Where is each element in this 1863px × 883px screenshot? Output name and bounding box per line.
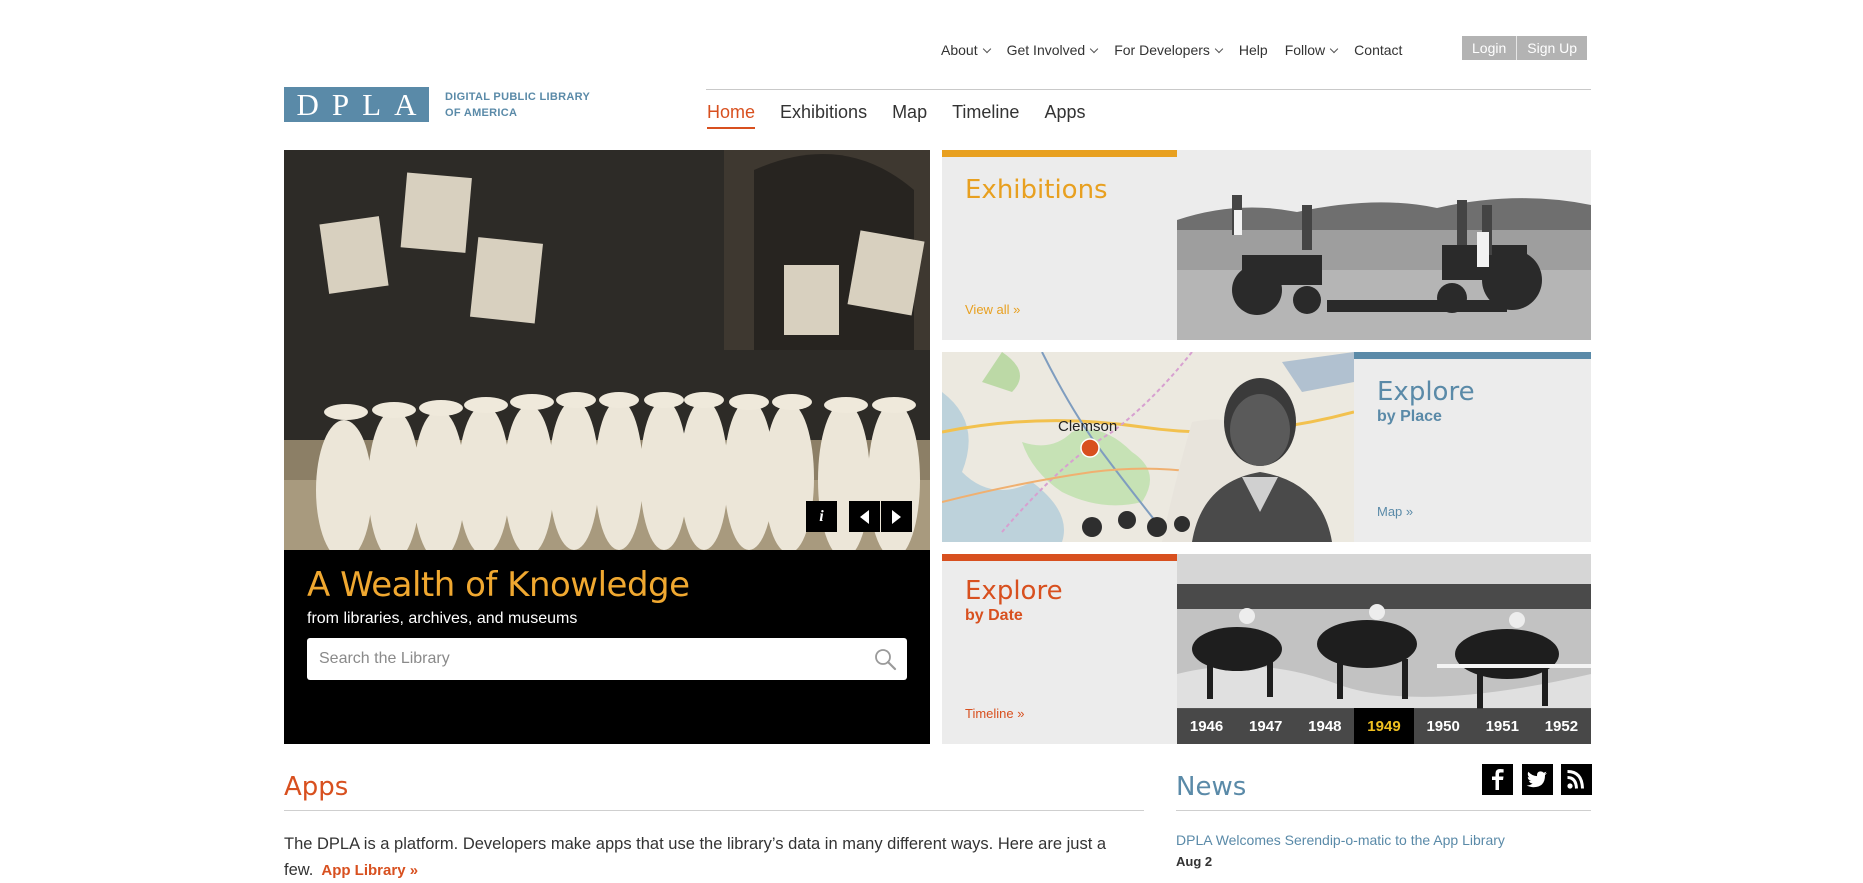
carousel-prev-button[interactable]: [849, 501, 880, 532]
exhibitions-tile[interactable]: Exhibitions View all »: [942, 150, 1591, 340]
map-illustration: [942, 352, 1354, 542]
chevron-down-icon: [1214, 44, 1224, 53]
exhibitions-photo: [1177, 150, 1591, 340]
arrow-left-icon: [860, 509, 869, 524]
tile-accent-bar: [942, 554, 1177, 561]
map-thumbnail: Clemson: [942, 352, 1354, 542]
rss-icon[interactable]: [1561, 764, 1592, 795]
signup-button[interactable]: Sign Up: [1516, 36, 1588, 60]
place-label: Explore by Place: [1377, 377, 1475, 426]
twitter-icon[interactable]: [1522, 764, 1553, 795]
map-pin-icon: [1080, 438, 1100, 458]
year-1949[interactable]: 1949: [1354, 708, 1414, 744]
year-1948[interactable]: 1948: [1295, 708, 1354, 744]
tile-accent-bar: [942, 150, 1177, 157]
nav-for-developers-label: For Developers: [1114, 42, 1210, 58]
nav-follow[interactable]: Follow: [1284, 42, 1339, 58]
timeline-link[interactable]: Timeline »: [965, 706, 1024, 721]
auth-buttons: Login Sign Up: [1462, 36, 1588, 60]
nav-for-developers[interactable]: For Developers: [1114, 42, 1224, 58]
suffragists-photo-illustration: [284, 150, 930, 550]
tab-apps[interactable]: Apps: [1044, 102, 1085, 129]
tab-timeline[interactable]: Timeline: [952, 102, 1019, 129]
exhibitions-title: Exhibitions: [965, 175, 1108, 205]
photo-info-button[interactable]: i: [806, 501, 837, 532]
map-link[interactable]: Map »: [1377, 504, 1413, 519]
logo-line-1: DIGITAL PUBLIC LIBRARY: [445, 90, 591, 103]
app-library-link[interactable]: App Library »: [321, 862, 418, 879]
nav-get-involved[interactable]: Get Involved: [1006, 42, 1099, 58]
dpla-logo[interactable]: D P L A DIGITAL PUBLIC LIBRARY OF AMERIC…: [284, 87, 590, 122]
hero-photo: [284, 150, 930, 550]
nav-follow-label: Follow: [1284, 42, 1326, 58]
explore-place-tile[interactable]: Clemson Explore by Place Map »: [942, 352, 1591, 542]
nav-about-label: About: [941, 42, 978, 58]
header-divider: [706, 89, 1591, 90]
logo-mark: D P L A: [284, 87, 429, 122]
chevron-down-icon: [982, 44, 991, 53]
map-place-label: Clemson: [1058, 418, 1118, 435]
place-title: Explore: [1377, 377, 1475, 407]
date-title: Explore: [965, 576, 1063, 606]
login-button[interactable]: Login: [1462, 36, 1517, 60]
search-box: [307, 638, 907, 680]
date-label: Explore by Date: [965, 576, 1063, 625]
nav-get-involved-label: Get Involved: [1006, 42, 1086, 58]
exhibitions-view-all-link[interactable]: View all »: [965, 302, 1020, 317]
search-icon[interactable]: [873, 647, 897, 671]
apps-divider: [284, 810, 1144, 811]
tab-home[interactable]: Home: [707, 102, 756, 129]
news-divider: [1176, 810, 1591, 811]
apps-description: The DPLA is a platform. Developers make …: [284, 831, 1144, 883]
year-1947[interactable]: 1947: [1236, 708, 1295, 744]
logo-letter: P: [331, 87, 350, 122]
year-1950[interactable]: 1950: [1414, 708, 1473, 744]
carousel-next-button[interactable]: [881, 501, 912, 532]
nav-help[interactable]: Help: [1239, 42, 1268, 58]
tractor-photo-illustration: [1177, 150, 1591, 340]
logo-letter: D: [296, 87, 319, 122]
place-subtitle: by Place: [1377, 408, 1442, 425]
hero-title: A Wealth of Knowledge: [307, 565, 690, 605]
year-selector: 1946 1947 1948 1949 1950 1951 1952: [1177, 708, 1591, 744]
nav-about[interactable]: About: [941, 42, 991, 58]
logo-line-2: OF AMERICA: [445, 106, 518, 119]
logo-letter: L: [362, 87, 382, 122]
year-1951[interactable]: 1951: [1473, 708, 1532, 744]
news-heading: News: [1176, 772, 1247, 802]
date-subtitle: by Date: [965, 607, 1023, 624]
logo-wordmark: DIGITAL PUBLIC LIBRARY OF AMERICA: [445, 89, 590, 121]
explore-date-tile[interactable]: Explore by Date Timeline » 1946 1947 194…: [942, 554, 1591, 744]
nav-help-label: Help: [1238, 42, 1268, 58]
facebook-icon[interactable]: [1482, 764, 1513, 795]
year-1946[interactable]: 1946: [1177, 708, 1236, 744]
main-nav: Home Exhibitions Map Timeline Apps: [707, 102, 1110, 129]
chevron-down-icon: [1329, 44, 1339, 53]
chevron-down-icon: [1089, 44, 1099, 53]
logo-letter: A: [394, 87, 417, 122]
tile-accent-bar: [1354, 352, 1591, 359]
news-item-date: Aug 2: [1176, 854, 1213, 869]
hero-panel: i A Wealth of Knowledge from libraries, …: [284, 150, 930, 744]
nav-contact-label: Contact: [1354, 42, 1403, 58]
arrow-right-icon: [892, 509, 901, 524]
tab-exhibitions[interactable]: Exhibitions: [780, 102, 867, 129]
tab-map[interactable]: Map: [892, 102, 927, 129]
year-1952[interactable]: 1952: [1532, 708, 1591, 744]
nav-contact[interactable]: Contact: [1354, 42, 1402, 58]
news-item-title[interactable]: DPLA Welcomes Serendip-o-matic to the Ap…: [1176, 832, 1505, 848]
search-input[interactable]: [307, 650, 847, 668]
hero-subtitle: from libraries, archives, and museums: [307, 610, 578, 627]
apps-heading: Apps: [284, 772, 349, 802]
exhibitions-label: Exhibitions: [965, 175, 1108, 205]
